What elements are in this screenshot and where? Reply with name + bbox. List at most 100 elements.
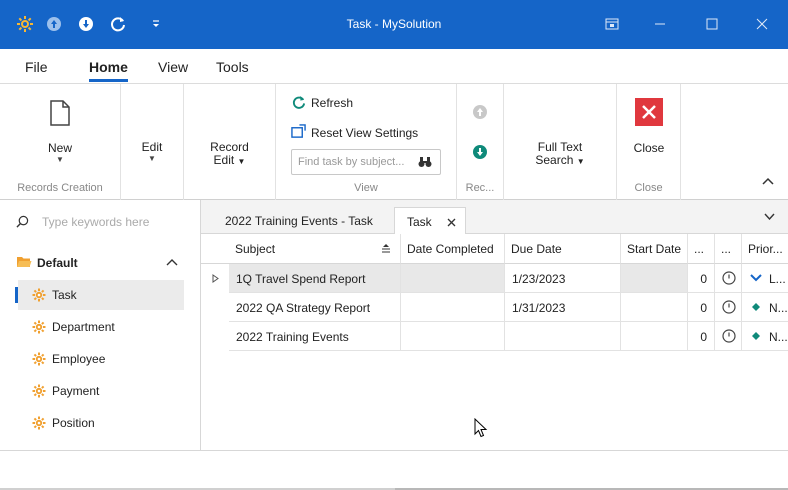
clock-icon	[722, 300, 736, 314]
cell-percent[interactable]: 0	[688, 264, 715, 293]
cell-text: 1/23/2023	[512, 272, 566, 286]
sidebar-item-label: Position	[52, 416, 95, 430]
column-header-label: ...	[694, 242, 705, 256]
gear-icon	[32, 288, 46, 302]
gear-icon	[32, 352, 46, 366]
gear-icon	[32, 320, 46, 334]
normal-priority-icon	[752, 303, 760, 311]
column-header-date-completed[interactable]: Date Completed	[401, 234, 505, 264]
tab-home[interactable]: Home	[89, 59, 128, 75]
tab-task[interactable]: Task	[394, 207, 466, 235]
record-navigation-group: Rec...	[457, 84, 504, 200]
normal-priority-icon	[752, 332, 760, 340]
column-header-priority[interactable]: Prior...	[742, 234, 788, 264]
row-indicator	[201, 264, 229, 293]
cell-percent[interactable]: 0	[688, 322, 715, 351]
full-text-search-button[interactable]: Full Text Search ▼	[504, 141, 616, 168]
cell-percent[interactable]: 0	[688, 293, 715, 322]
column-header-label: Prior...	[748, 242, 783, 256]
records-creation-label: Records Creation	[17, 182, 103, 194]
refresh-button[interactable]: Refresh	[291, 94, 441, 112]
task-grid: Subject Date Completed Due Date Start Da…	[201, 234, 788, 450]
focused-row-icon	[212, 274, 219, 283]
maximize-icon[interactable]	[700, 12, 724, 36]
cell-start-date[interactable]	[621, 293, 688, 322]
nav-group-default[interactable]: Default	[16, 254, 188, 272]
cell-text: 1/31/2023	[512, 301, 566, 315]
cell-date-completed[interactable]	[401, 322, 505, 351]
binoculars-icon[interactable]	[418, 156, 432, 168]
close-label: Close	[633, 141, 665, 155]
dock-icon[interactable]	[600, 12, 624, 36]
sidebar-item-label: Payment	[52, 384, 100, 398]
column-header-percent[interactable]: ...	[688, 234, 715, 264]
cell-status[interactable]	[715, 293, 742, 322]
chevron-down-icon: ▼	[237, 157, 246, 166]
cell-subject[interactable]: 2022 QA Strategy Report	[229, 293, 401, 322]
sidebar-item-label: Employee	[52, 352, 106, 366]
chevron-up-icon[interactable]	[166, 258, 178, 266]
tab-list-chevron-icon[interactable]	[764, 213, 775, 220]
edit-button[interactable]: Edit ▼	[121, 141, 183, 164]
cell-status[interactable]	[715, 322, 742, 351]
sidebar-item-payment[interactable]: Payment	[18, 376, 184, 406]
column-header-subject[interactable]: Subject	[229, 234, 401, 264]
chevron-down-icon: ▼	[148, 154, 156, 163]
cell-status[interactable]	[715, 264, 742, 293]
cell-due-date[interactable]: 1/23/2023	[505, 264, 621, 293]
tab-view[interactable]: View	[158, 59, 188, 75]
cell-priority[interactable]: N...	[742, 293, 788, 322]
cell-start-date[interactable]	[621, 322, 688, 351]
view-group-label: View	[354, 182, 378, 194]
cell-text: N...	[769, 301, 788, 315]
reset-view-settings-button[interactable]: Reset View Settings	[291, 124, 451, 142]
previous-record-icon[interactable]	[472, 104, 488, 120]
clock-icon	[722, 329, 736, 343]
cell-date-completed[interactable]	[401, 293, 505, 322]
refresh-label: Refresh	[311, 96, 354, 110]
cell-priority[interactable]: L...	[742, 264, 788, 293]
cell-start-date[interactable]	[621, 264, 688, 293]
tab-file[interactable]: File	[25, 59, 48, 75]
cell-date-completed[interactable]	[401, 264, 505, 293]
edit-group: Edit ▼	[121, 84, 184, 200]
column-header-due-date[interactable]: Due Date	[505, 234, 621, 264]
close-tab-icon[interactable]	[447, 218, 456, 227]
title-bar: Task - MySolution	[0, 0, 788, 49]
tab-training-events[interactable]: 2022 Training Events - Task	[215, 207, 395, 234]
cell-priority[interactable]: N...	[742, 322, 788, 351]
gear-icon	[32, 384, 46, 398]
tab-label: Task	[407, 215, 432, 229]
cell-subject[interactable]: 1Q Travel Spend Report	[229, 264, 401, 293]
task-search-input[interactable]: Find task by subject...	[291, 149, 441, 175]
nav-search-input[interactable]: Type keywords here	[16, 212, 186, 232]
minimize-icon[interactable]	[648, 12, 672, 36]
cell-subject[interactable]: 2022 Training Events	[229, 322, 401, 351]
sidebar-item-department[interactable]: Department	[18, 312, 184, 342]
document-tabs: 2022 Training Events - Task Task	[201, 200, 788, 235]
nav-search-placeholder: Type keywords here	[42, 215, 150, 229]
close-group: Close Close	[617, 84, 681, 200]
column-header-status[interactable]: ...	[715, 234, 742, 264]
folder-icon	[17, 257, 32, 267]
tab-tools[interactable]: Tools	[216, 59, 249, 75]
cell-due-date[interactable]: 1/31/2023	[505, 293, 621, 322]
row-indicator-header	[201, 234, 229, 264]
collapse-ribbon-icon[interactable]	[762, 177, 774, 185]
sidebar-item-position[interactable]: Position	[18, 408, 184, 438]
low-priority-icon	[750, 274, 762, 282]
navigation-pane: Type keywords here Default Task Departme…	[0, 200, 201, 450]
column-header-label: Subject	[235, 242, 276, 256]
cell-due-date[interactable]	[505, 322, 621, 351]
new-button[interactable]: New ▼	[40, 98, 80, 164]
next-record-icon[interactable]	[472, 144, 488, 160]
close-window-icon[interactable]	[750, 12, 774, 36]
sidebar-item-task[interactable]: Task	[15, 280, 184, 310]
record-edit-button[interactable]: Record Edit ▼	[184, 141, 275, 168]
full-text-label-2: Search	[535, 153, 574, 167]
sidebar-item-employee[interactable]: Employee	[18, 344, 184, 374]
close-button[interactable]: Close	[627, 98, 671, 158]
column-header-start-date[interactable]: Start Date	[621, 234, 688, 264]
close-group-label: Close	[634, 182, 663, 194]
task-search-placeholder: Find task by subject...	[298, 156, 405, 168]
